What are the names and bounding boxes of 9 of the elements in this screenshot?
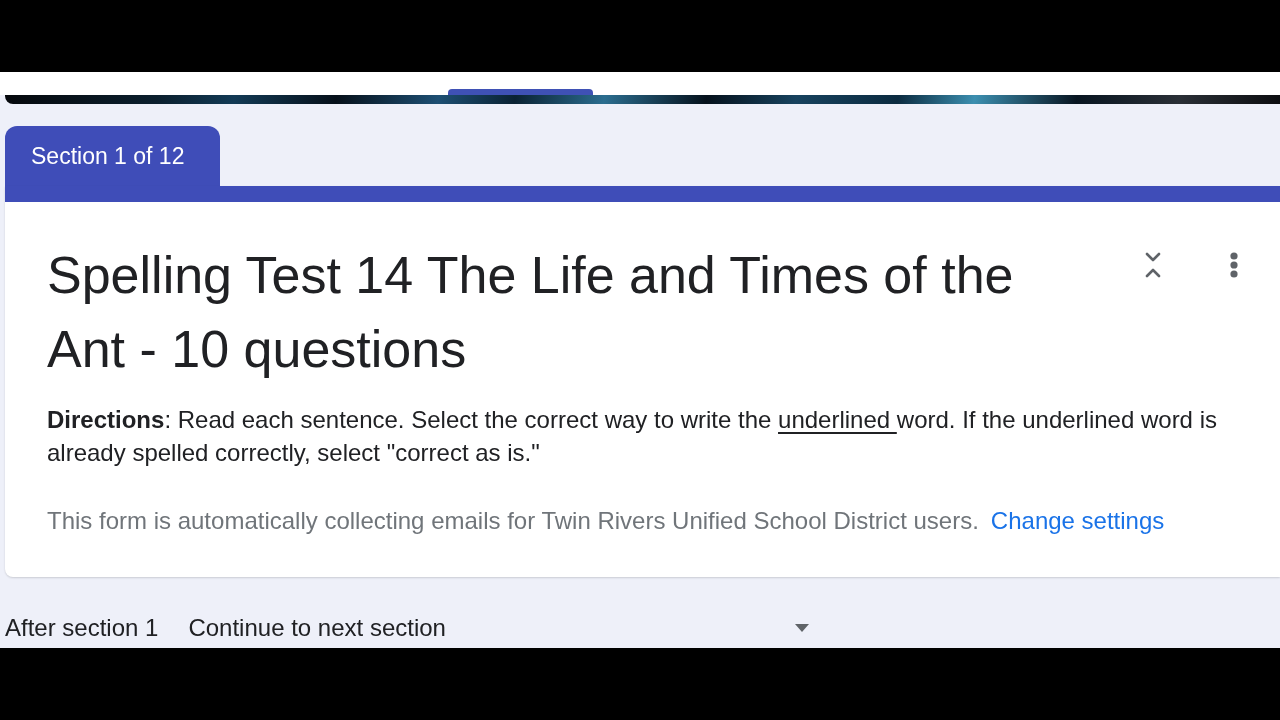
next-section-dropdown[interactable]: Continue to next section (188, 613, 815, 643)
caret-icon (795, 624, 810, 632)
more-icon[interactable] (1230, 252, 1238, 278)
change-settings-link[interactable]: Change settings (990, 506, 1165, 536)
collapse-icon[interactable] (1145, 252, 1161, 278)
after-section-label: After section 1 (5, 613, 159, 643)
form-title: Spelling Test 14 The Life and Times of the Ant - 10 questions (47, 245, 1015, 380)
directions-text: Directions: Read each sentence. Select the correct way to write the underlined word. If the underlined word is already spelled correctly, select "correct as is." (47, 405, 1218, 468)
email-notice: This form is automatically collecting emails for Twin Rivers Unified School District users. (47, 506, 979, 536)
